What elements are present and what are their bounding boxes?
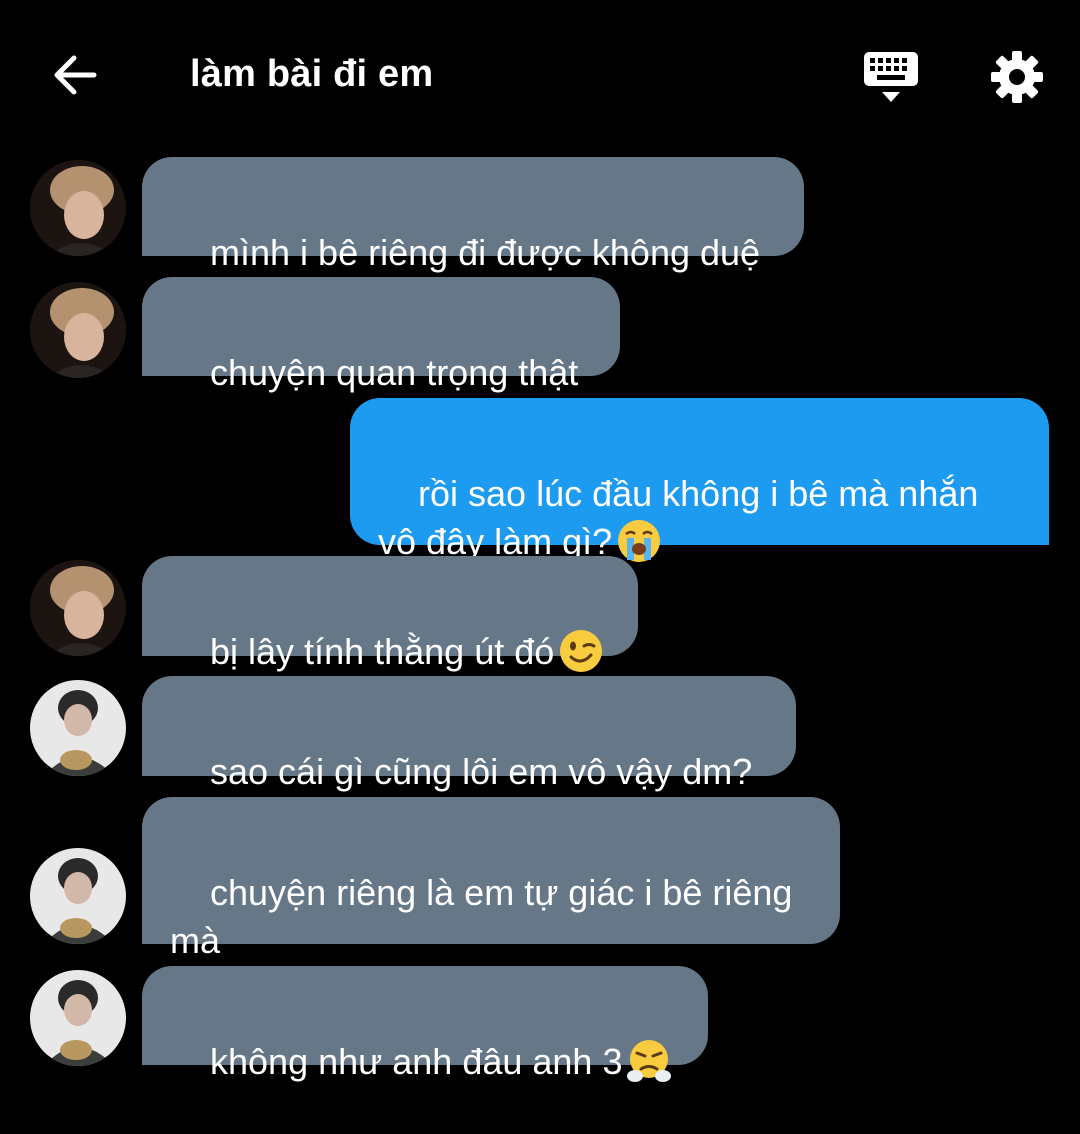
message-text: sao cái gì cũng lôi em vô vậy dm? [210, 751, 753, 792]
keyboard-button[interactable] [860, 46, 922, 106]
message-text: mình i bê riêng đi được không duệ [210, 232, 761, 273]
contact-photo-icon [30, 680, 126, 776]
arrow-left-icon [54, 55, 97, 95]
message-text: rồi sao lúc đầu không i bê mà nhắn vô đâ… [378, 473, 979, 562]
avatar[interactable] [30, 970, 126, 1066]
message-bubble-outgoing[interactable]: rồi sao lúc đầu không i bê mà nhắn vô đâ… [350, 398, 1049, 562]
chat-header: làm bài đi em [0, 0, 1080, 150]
message-bubble-incoming[interactable]: chuyện quan trọng thật [142, 277, 620, 393]
avatar[interactable] [30, 282, 126, 378]
message-bubble-incoming[interactable]: không như anh đâu anh 3 [142, 966, 708, 1082]
contact-photo-icon [30, 970, 126, 1066]
message-bubble-incoming[interactable]: sao cái gì cũng lôi em vô vậy dm? [142, 676, 796, 792]
message-bubble-incoming[interactable]: bị lây tính thằng út đó [142, 556, 638, 672]
message-text: chuyện riêng là em tự giác i bê riêng mà [170, 872, 793, 961]
loudly-crying-face-icon [618, 520, 661, 562]
avatar[interactable] [30, 560, 126, 656]
gear-icon [991, 51, 1043, 103]
avatar[interactable] [30, 160, 126, 256]
back-button[interactable] [48, 48, 102, 102]
face-with-steam-from-nose-icon [627, 1040, 672, 1082]
message-text: chuyện quan trọng thật [210, 352, 579, 393]
contact-photo-icon [30, 560, 126, 656]
message-text: không như anh đâu anh 3 [210, 1041, 623, 1082]
winking-face-icon [560, 630, 603, 672]
avatar[interactable] [30, 680, 126, 776]
message-bubble-incoming[interactable]: chuyện riêng là em tự giác i bê riêng mà [142, 797, 840, 961]
settings-button[interactable] [988, 48, 1046, 106]
contact-photo-icon [30, 848, 126, 944]
message-bubble-incoming[interactable]: mình i bê riêng đi được không duệ [142, 157, 804, 273]
message-text: bị lây tính thằng út đó [210, 631, 555, 672]
chat-title: làm bài đi em [190, 53, 434, 95]
avatar[interactable] [30, 848, 126, 944]
contact-photo-icon [30, 282, 126, 378]
keyboard-icon [864, 52, 918, 102]
contact-photo-icon [30, 160, 126, 256]
